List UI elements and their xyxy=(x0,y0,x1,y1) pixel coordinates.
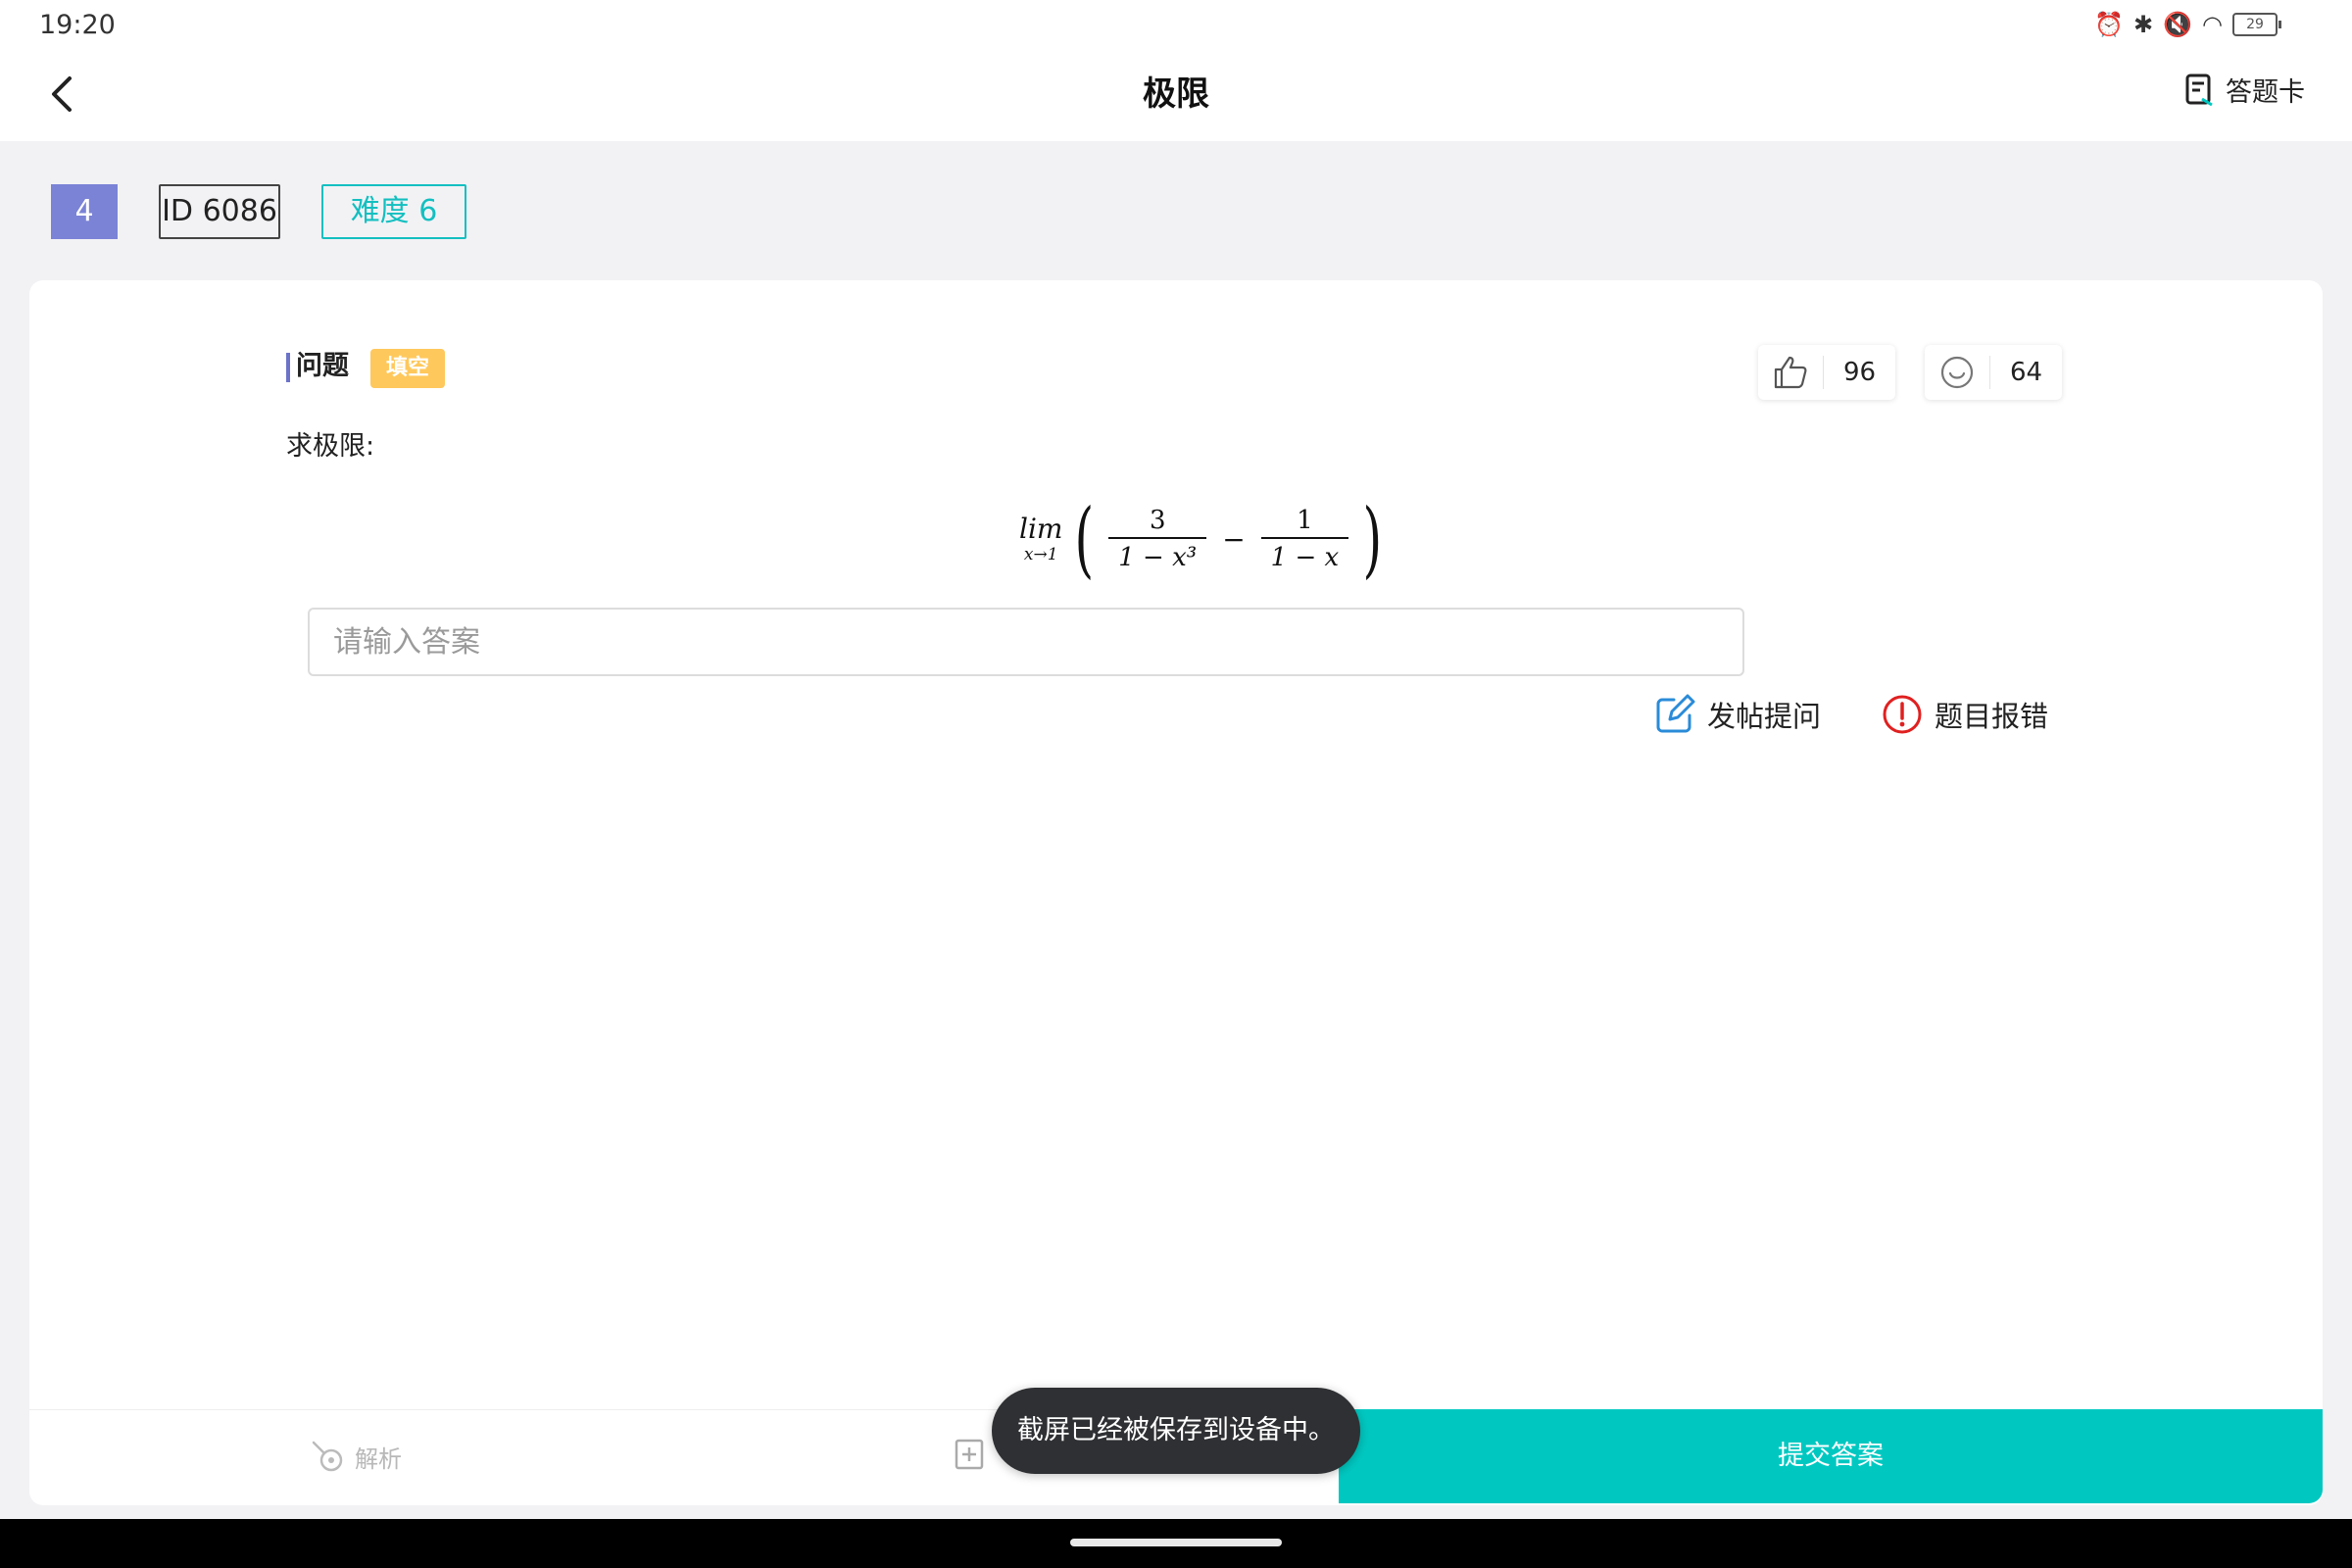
smiley-icon xyxy=(1940,356,1974,389)
alarm-icon: ⏰ xyxy=(2094,11,2125,38)
question-number-tag: 4 xyxy=(51,184,118,239)
limit-operator: lim x→1 xyxy=(1019,513,1063,565)
answer-card-button[interactable]: 答题卡 xyxy=(2184,71,2305,109)
question-type-badge: 填空 xyxy=(370,349,445,388)
report-error-label: 题目报错 xyxy=(1935,700,2049,733)
status-time: 19:20 xyxy=(39,10,116,40)
right-paren: ) xyxy=(1362,491,1383,587)
home-gesture-handle[interactable] xyxy=(1070,1539,1282,1546)
limit-formula: lim x→1 ( 3 1 − x³ − 1 1 − x ) xyxy=(1019,498,1389,580)
status-icons: ⏰ ✱ 🔇 ◠ 29 xyxy=(2094,10,2281,39)
emoji-reaction-button[interactable]: 64 xyxy=(1925,345,2062,400)
like-button[interactable]: 96 xyxy=(1758,345,1895,400)
page-title: 极限 xyxy=(1143,74,1209,114)
thumbs-up-icon xyxy=(1774,356,1807,389)
battery-icon: 29 xyxy=(2232,13,2281,36)
post-question-label: 发帖提问 xyxy=(1707,700,1822,733)
alert-icon xyxy=(1883,695,1922,734)
answer-card-label: 答题卡 xyxy=(2226,77,2305,108)
question-prompt: 求极限: xyxy=(286,431,375,462)
minus-operator: − xyxy=(1222,522,1246,556)
answer-sheet-icon xyxy=(2185,74,2213,106)
mute-icon: 🔇 xyxy=(2163,11,2193,38)
left-paren: ( xyxy=(1075,491,1095,587)
fraction-1: 3 1 − x³ xyxy=(1108,504,1207,574)
analysis-icon xyxy=(312,1441,343,1472)
difficulty-tag: 难度 6 xyxy=(321,184,466,239)
screenshot-toast: 截屏已经被保存到设备中。 xyxy=(992,1388,1360,1474)
wifi-icon: ◠ xyxy=(2202,11,2223,38)
fraction-2: 1 1 − x xyxy=(1260,504,1349,574)
report-error-button[interactable]: 题目报错 xyxy=(1882,694,2048,735)
emoji-count: 64 xyxy=(2009,358,2043,387)
analysis-label: 解析 xyxy=(355,1445,402,1473)
edit-icon xyxy=(1656,694,1695,733)
submit-answer-button[interactable]: 提交答案 xyxy=(1339,1409,2323,1503)
post-question-button[interactable]: 发帖提问 xyxy=(1654,694,1821,735)
answer-input[interactable] xyxy=(308,608,1744,676)
favorite-button[interactable] xyxy=(955,1439,984,1470)
bookmark-add-icon xyxy=(955,1439,984,1470)
section-marker xyxy=(286,353,290,382)
section-label: 问题 xyxy=(296,351,349,381)
question-id-tag: ID 6086 xyxy=(159,184,280,239)
analysis-button[interactable]: 解析 xyxy=(310,1439,402,1474)
bluetooth-icon: ✱ xyxy=(2133,11,2154,38)
like-count: 96 xyxy=(1842,358,1877,387)
